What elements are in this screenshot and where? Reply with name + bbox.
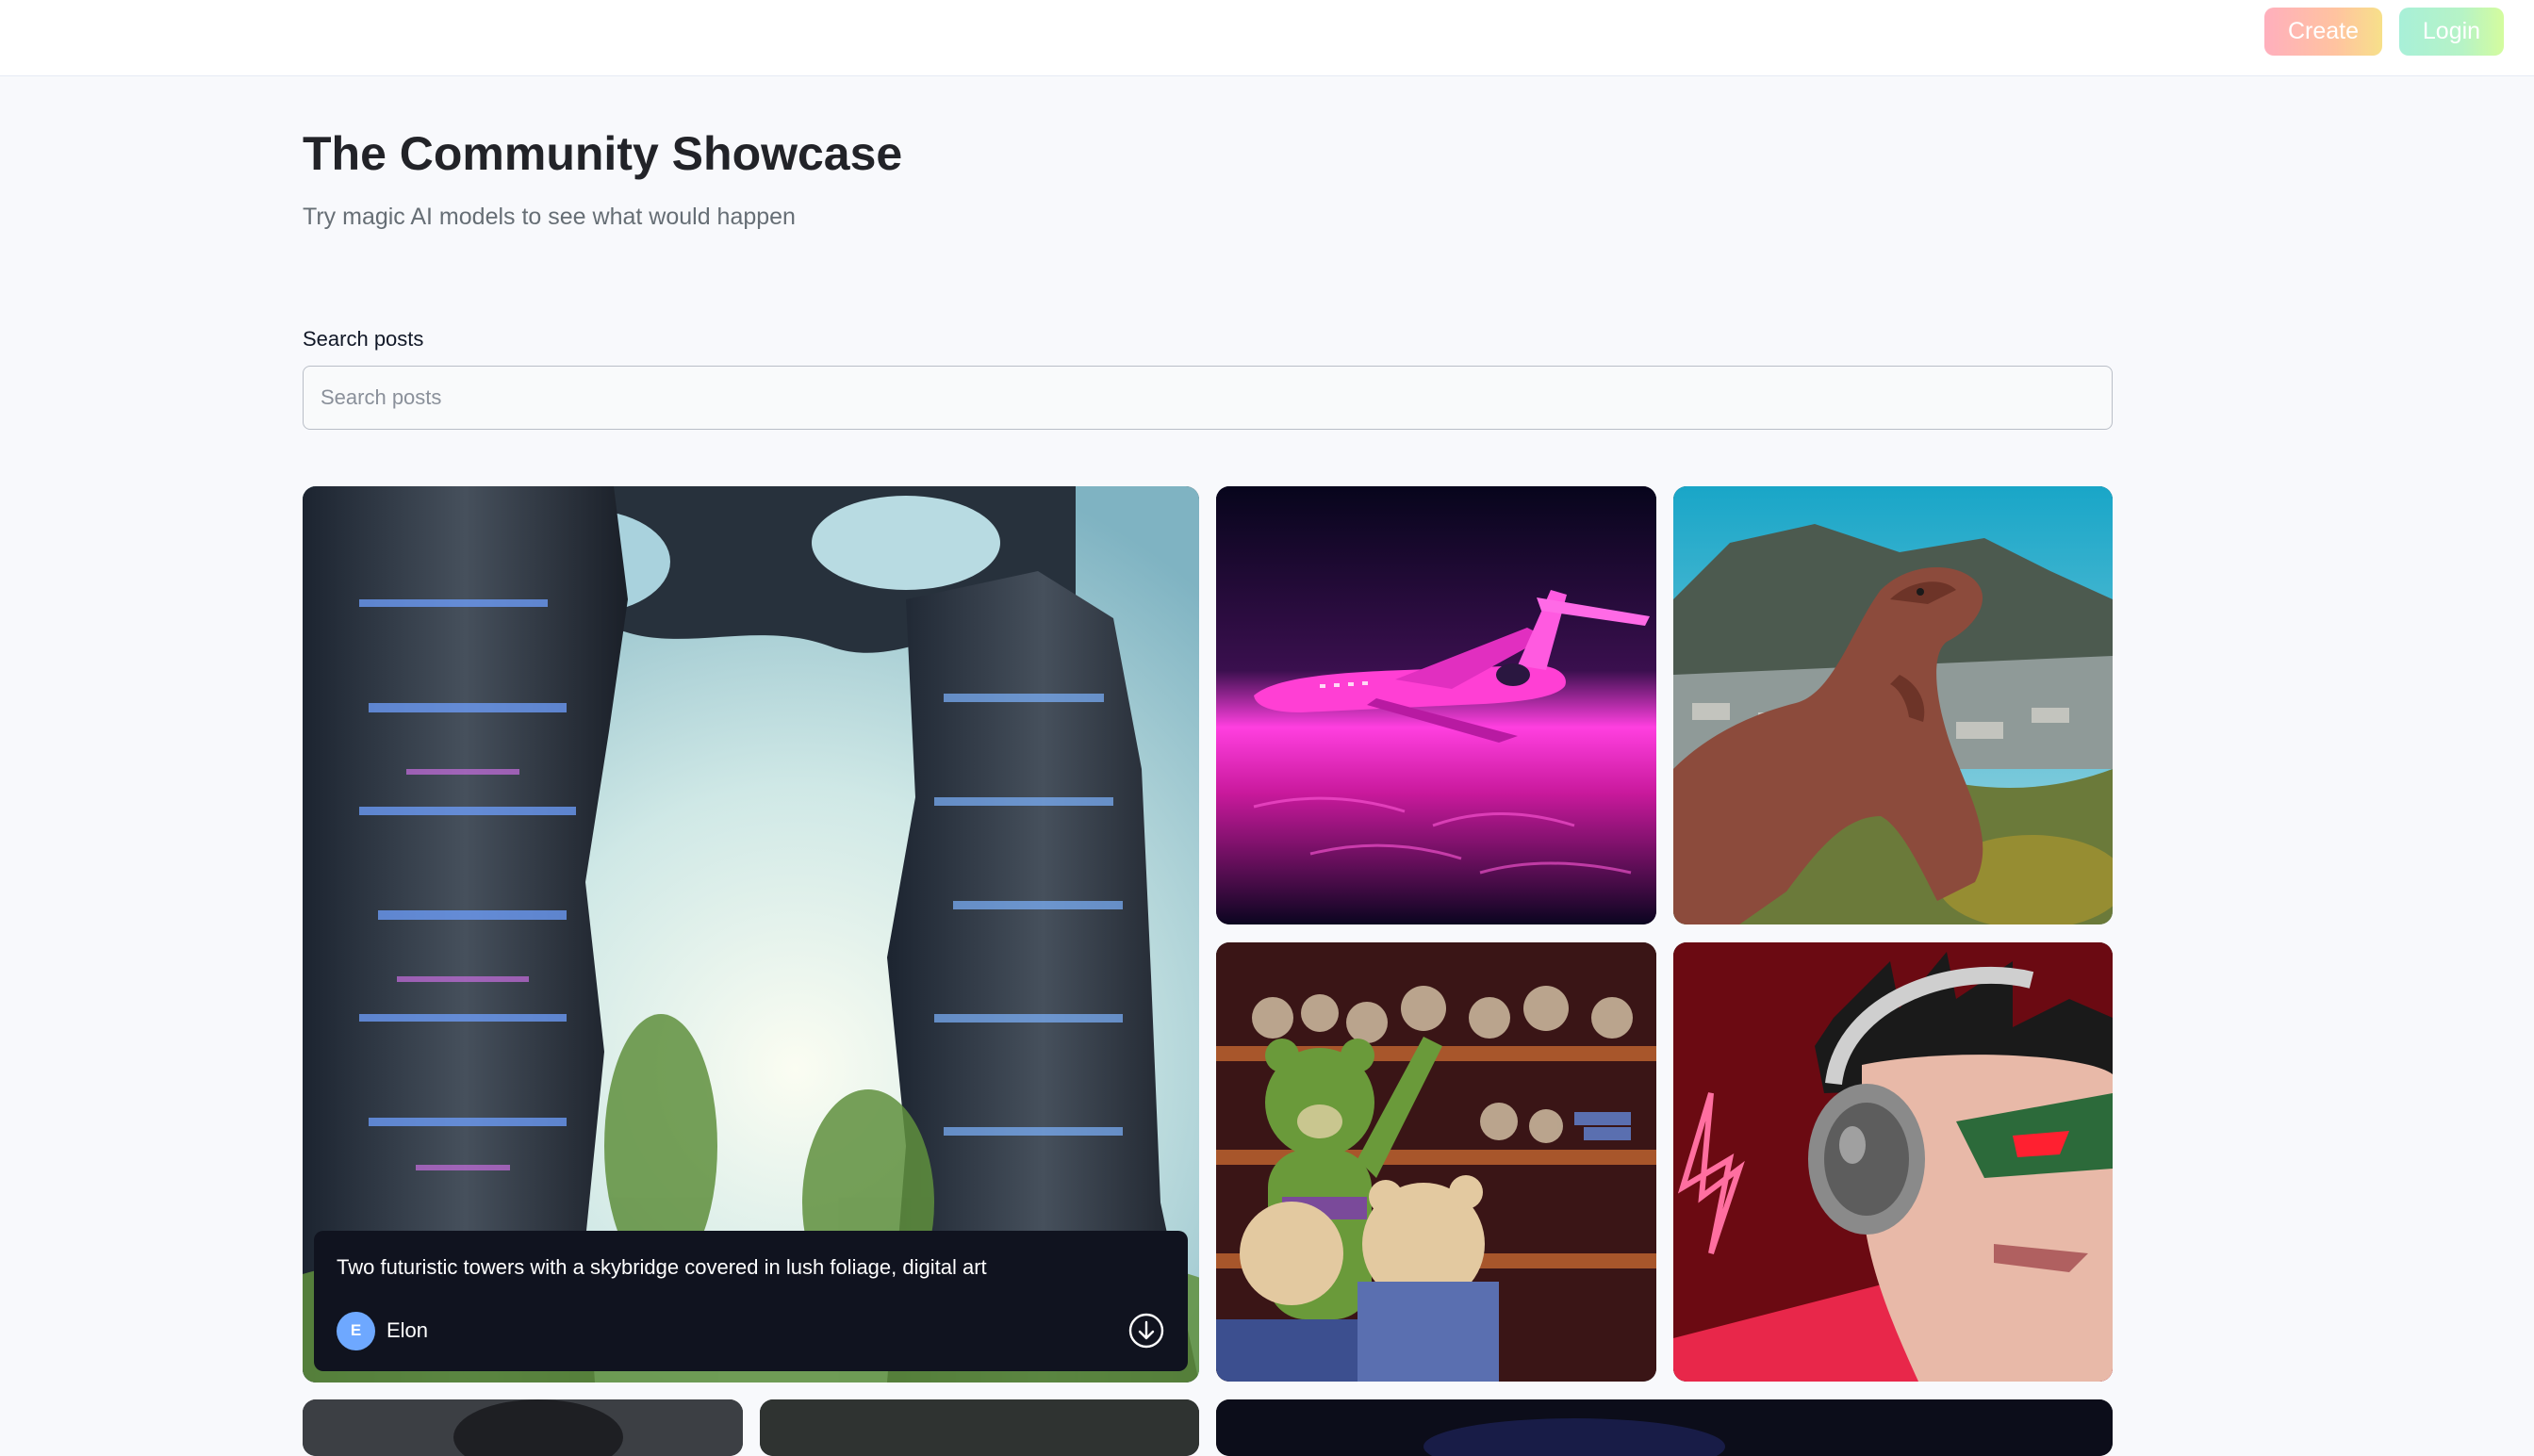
post-card[interactable]: [1673, 486, 2113, 924]
post-card[interactable]: [760, 1399, 1199, 1456]
neon-jet-image: [1216, 486, 1656, 924]
create-button[interactable]: Create: [2264, 8, 2382, 56]
post-card[interactable]: [303, 1399, 743, 1456]
top-navbar: Create Login: [0, 0, 2534, 76]
page-title: The Community Showcase: [303, 127, 903, 180]
post-card[interactable]: [1216, 1399, 2113, 1456]
author-name: Elon: [387, 1318, 429, 1342]
portrait-image: [303, 1399, 743, 1456]
dark-scene-image: [760, 1399, 1199, 1456]
post-meta-row: E Elon: [337, 1311, 1165, 1350]
night-scene-image: [1216, 1399, 2113, 1456]
page-subtitle: Try magic AI models to see what would ha…: [303, 204, 796, 230]
comic-hero-headphones-image: [1673, 942, 2113, 1382]
post-prompt: Two futuristic towers with a skybridge c…: [337, 1255, 987, 1279]
post-card[interactable]: [1673, 942, 2113, 1382]
download-button[interactable]: [1127, 1312, 1165, 1350]
post-card[interactable]: [1216, 942, 1656, 1382]
post-info-overlay: Two futuristic towers with a skybridge c…: [314, 1231, 1188, 1371]
avatar: E: [337, 1311, 375, 1350]
post-card[interactable]: [1216, 486, 1656, 924]
download-icon: [1128, 1313, 1164, 1349]
teddy-bears-shop-image: [1216, 942, 1656, 1382]
post-card[interactable]: Two futuristic towers with a skybridge c…: [303, 486, 1199, 1382]
login-button[interactable]: Login: [2399, 8, 2504, 56]
dinosaur-image: [1673, 486, 2113, 924]
search-label: Search posts: [303, 327, 424, 351]
post-author: E Elon: [337, 1311, 429, 1350]
search-input[interactable]: [303, 366, 2113, 430]
